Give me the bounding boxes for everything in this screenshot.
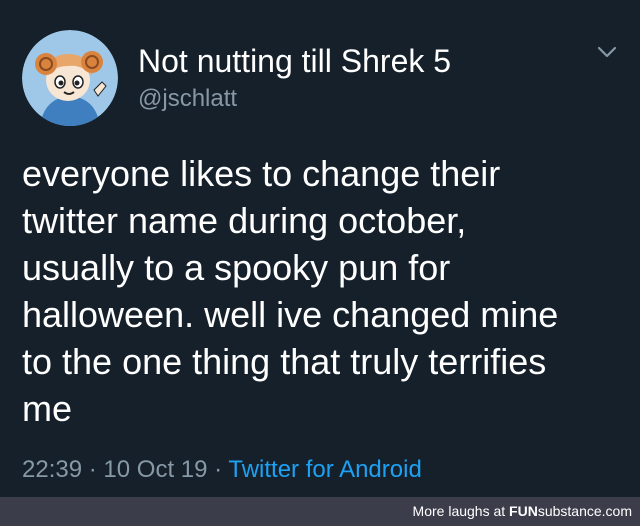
brand-substance: substance.com [537,503,632,519]
tweet-text-line: halloween. well ive changed mine [22,294,559,335]
watermark-text[interactable]: More laughs at FUNsubstance.com [413,502,632,520]
tweet-text-line: everyone likes to change their [22,153,501,194]
user-handle[interactable]: @jschlatt [138,84,237,114]
watermark-label: More laughs at [412,503,506,519]
display-name[interactable]: Not nutting till Shrek 5 [138,42,451,80]
meta-separator: · [88,456,97,483]
tweet-time[interactable]: 22:39 [22,456,82,483]
meta-separator: · [214,456,223,483]
tweet-text: everyone likes to change their twitter n… [22,150,622,432]
tweet-text-line: twitter name during october, [22,200,467,241]
tweet-text-line: usually to a spooky pun for [22,247,451,288]
avatar[interactable] [22,30,118,126]
tweet-meta: 22:39 · 10 Oct 19 · Twitter for Android [22,455,422,485]
tweet-date[interactable]: 10 Oct 19 [103,456,207,483]
brand-fun: FUN [509,503,538,519]
tweet-card: Not nutting till Shrek 5 @jschlatt every… [0,0,640,497]
avatar-illustration [22,30,118,126]
chevron-down-icon[interactable] [596,44,618,60]
tweet-text-line: me [22,388,73,429]
tweet-text-line: to the one thing that truly terrifies [22,341,547,382]
watermark-footer: More laughs at FUNsubstance.com [0,497,640,526]
tweet-source-link[interactable]: Twitter for Android [228,456,421,483]
